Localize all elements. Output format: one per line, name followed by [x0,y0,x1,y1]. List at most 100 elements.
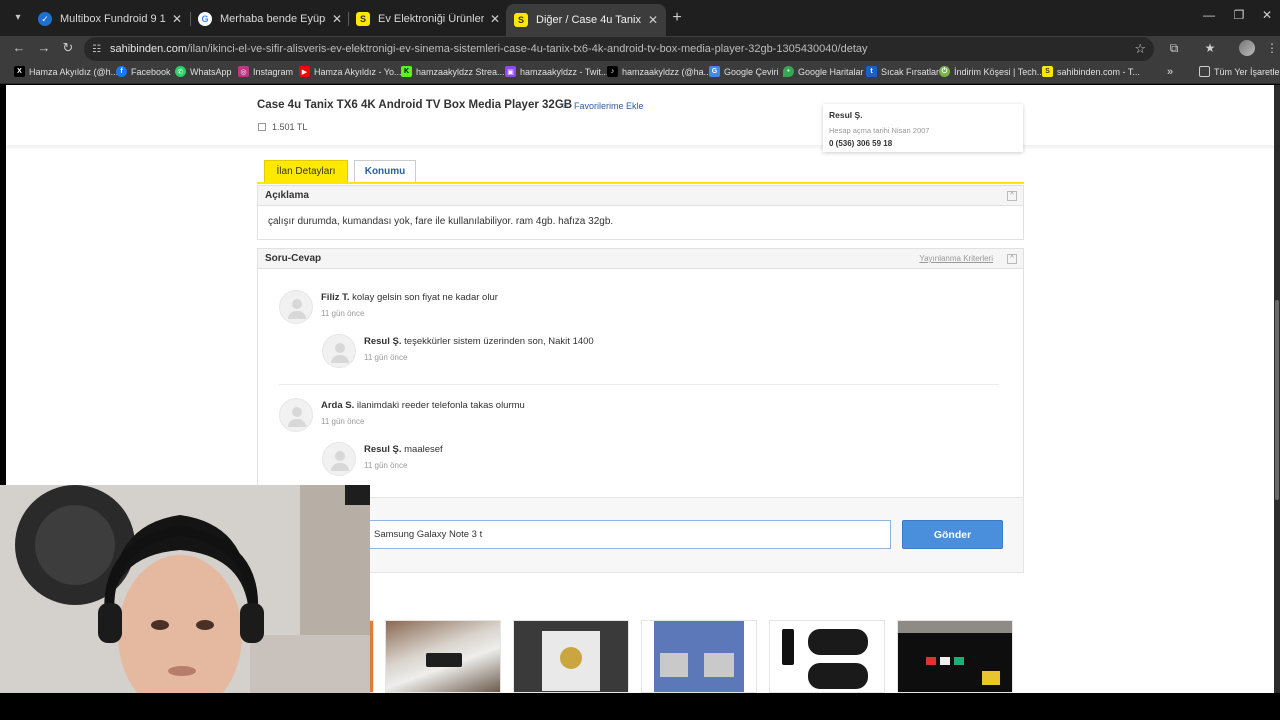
bookmark-label: hamzaakyldzz (@ha... [622,66,712,77]
user-avatar-icon [279,290,313,324]
bookmark-item[interactable]: ▶ Hamza Akyıldız - Yo... [299,66,402,77]
extensions-icon[interactable]: ⧉ [1166,41,1182,56]
menu-icon[interactable]: ⋮ [1264,41,1280,55]
collapse-icon[interactable]: ^ [1007,191,1017,201]
listing-thumbnail[interactable] [897,620,1013,693]
seller-name[interactable]: Resul Ş. [829,110,1017,120]
star-icon: ☆ [561,100,570,111]
address-bar[interactable]: ☷ sahibinden.com/ilan/ikinci-el-ve-sifir… [84,37,1154,61]
tab-title: Merhaba bende Eyüpsultan'da [220,13,326,25]
bookmark-item[interactable]: t Sıcak Fırsatlar [866,66,939,77]
site-info-icon[interactable]: ☷ [92,44,108,55]
all-bookmarks-label: Tüm Yer İşaretleri [1214,66,1280,77]
description-section: Açıklama ^ çalışır durumda, kumandası yo… [257,185,1024,240]
bookmark-item[interactable]: ✆ WhatsApp [175,66,232,77]
tab-details[interactable]: İlan Detayları [264,160,348,182]
question-text: ilanimdaki reeder telefonla takas olurmu [356,400,525,411]
x-icon: X [14,66,25,77]
bookmark-item[interactable]: ▣ hamzaakyldzz - Twit... [505,66,608,77]
bookmark-label: İndirim Köşesi | Tech... [954,66,1045,77]
question-input[interactable] [369,520,891,549]
tab-location[interactable]: Konumu [354,160,416,182]
whatsapp-icon: ✆ [175,66,186,77]
bookmark-item[interactable]: ◎ Instagram [238,66,293,77]
bookmark-label: Hamza Akyıldız - Yo... [314,66,402,77]
bookmark-item[interactable]: • Google Haritalar [783,66,864,77]
close-icon[interactable]: ✕ [490,12,500,26]
minimize-icon[interactable]: — [1201,8,1217,22]
check-circle-icon: ✓ [38,12,52,26]
kick-icon: K [401,66,412,77]
browser-tab[interactable]: ✓ Multibox Fundroid 9 16 GB 4K ✕ [30,6,190,32]
reload-icon[interactable]: ↻ [59,40,77,56]
add-favorite-label: Favorilerime Ekle [573,100,644,111]
answer-time: 11 gün önce [364,461,408,470]
url-text: sahibinden.com/ilan/ikinci-el-ve-sifir-a… [110,43,868,55]
close-window-icon[interactable]: ✕ [1259,8,1275,22]
close-icon[interactable]: ✕ [172,12,182,26]
browser-tab[interactable]: G Merhaba bende Eyüpsultan'da ✕ [190,6,350,32]
restore-icon[interactable]: ❐ [1231,8,1247,22]
url-path: /ilan/ikinci-el-ve-sifir-alisveris-ev-el… [187,43,868,55]
bookmark-item[interactable]: ♪ hamzaakyldzz (@ha... [607,66,711,77]
listing-tabs: İlan Detayları Konumu [257,160,1024,184]
bookmark-label: Facebook [131,66,171,77]
question-item: Arda S. ilanimdaki reeder telefonla taka… [279,398,525,432]
close-icon[interactable]: ✕ [648,13,658,27]
browser-tabstrip: ▾ ✓ Multibox Fundroid 9 16 GB 4K ✕ G Mer… [0,0,1280,36]
bookmark-item[interactable]: ⏻ İndirim Köşesi | Tech... [939,66,1044,77]
overflow-chevron-icon: » [1167,66,1174,78]
question-author: Filiz T. [321,292,350,303]
description-text: çalışır durumda, kumandası yok, fare ile… [268,216,614,227]
bookmark-item[interactable]: G Google Çeviri [709,66,779,77]
criteria-link[interactable]: Yayınlanma Kriterleri [919,254,993,263]
collapse-icon[interactable]: ^ [1007,254,1017,264]
seller-phone[interactable]: 0 (536) 306 59 18 [829,139,1017,148]
forward-icon[interactable]: → [35,40,53,55]
power-icon: ⏻ [939,66,950,77]
description-heading: Açıklama [265,190,309,201]
new-tab-button[interactable]: + [668,9,686,27]
bookmarks-icon[interactable]: ★ [1202,41,1218,55]
seller-card: Resul Ş. Hesap açma tarihi Nisan 2007 0 … [823,104,1023,152]
bookmark-item[interactable]: Khamzaakyldzz Strea... [401,66,505,77]
bookmark-item[interactable]: f Facebook [116,66,171,77]
bookmark-item[interactable]: Ssahibinden.com - T... [1042,66,1140,77]
instagram-icon: ◎ [238,66,249,77]
bookmark-star-icon[interactable]: ☆ [1134,41,1146,57]
bookmark-label: Sıcak Fırsatlar [881,66,940,77]
qa-divider [279,384,999,385]
send-button[interactable]: Gönder [902,520,1003,549]
question-text: kolay gelsin son fiyat ne kadar olur [352,292,498,303]
listing-thumbnail[interactable] [641,620,757,693]
product-box-image [660,653,688,677]
listing-thumbnail[interactable] [769,620,885,693]
profile-avatar[interactable] [1239,40,1255,56]
scrollbar-thumb[interactable] [1275,300,1279,500]
gamepad-icon [808,663,868,689]
user-avatar-icon [279,398,313,432]
google-icon: G [198,12,212,26]
gamepad-icon [808,629,868,655]
bookmarks-overflow-button[interactable]: » [1167,66,1173,78]
browser-tab-active[interactable]: S Diğer / Case 4u Tanix TX6 4K An ✕ [506,4,666,36]
all-bookmarks-button[interactable]: Tüm Yer İşaretleri [1199,66,1280,77]
answer-author: Resul Ş. [364,336,402,347]
maps-icon: • [783,66,794,77]
webcam-feed-image [0,485,370,693]
tab-search-icon[interactable]: ▾ [8,8,28,28]
back-icon[interactable]: ← [10,40,28,55]
listing-thumbnail[interactable] [385,620,501,693]
add-favorite-link[interactable]: ☆ Favorilerime Ekle [561,100,644,111]
browser-tab[interactable]: S Ev Elektroniği Ürünleri & Fiyatla ✕ [348,6,508,32]
price-tag-icon [258,123,266,131]
app-tile [982,671,1000,685]
bookmark-label: hamzaakyldzz - Twit... [520,66,609,77]
bookmark-item[interactable]: X Hamza Akyıldız (@h... [14,66,118,77]
bookmark-label: Google Çeviri [724,66,779,77]
facebook-icon: f [116,66,127,77]
sahibinden-icon: S [1042,66,1053,77]
listing-thumbnail[interactable] [513,620,629,693]
close-icon[interactable]: ✕ [332,12,342,26]
sahibinden-icon: S [514,13,528,27]
